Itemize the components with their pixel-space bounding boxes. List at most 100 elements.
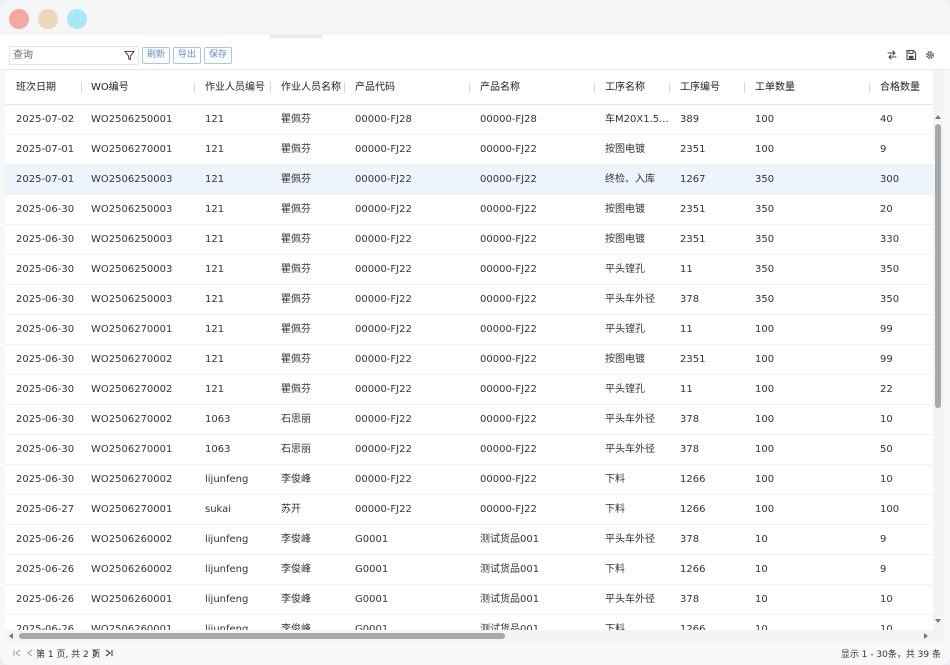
refresh-button[interactable]: 刷新	[142, 47, 171, 64]
scroll-right-icon[interactable]	[922, 632, 930, 640]
table-cell: 00000-FJ28	[480, 114, 537, 125]
table-cell: 00000-FJ22	[480, 504, 537, 515]
scroll-up-icon[interactable]	[934, 113, 942, 121]
table-cell: WO2506250003	[91, 294, 173, 305]
table-cell: 平头车外径	[605, 414, 655, 425]
column-header[interactable]: 工序编号	[680, 70, 720, 105]
table-cell: 平头车外径	[605, 444, 655, 455]
minimize-window-button[interactable]	[38, 9, 58, 29]
table-cell: 99	[880, 354, 893, 365]
filter-funnel-icon[interactable]	[124, 50, 135, 61]
table-row[interactable]: 2025-06-30 WO2506270002 lijunfeng 李俊峰 00000-…	[5, 465, 933, 495]
search-box[interactable]	[9, 46, 139, 65]
table-cell: 测试货品001	[480, 594, 540, 605]
column-header[interactable]: WO编号	[91, 70, 129, 105]
table-cell: WO2506270001	[91, 144, 173, 155]
column-header[interactable]: 班次日期	[16, 70, 56, 105]
column-header[interactable]: 产品代码	[355, 70, 395, 105]
table-row[interactable]: 2025-06-30 WO2506250003 121 瞿佩芬 00000-FJ22 00…	[5, 255, 933, 285]
table-row[interactable]: 2025-06-26 WO2506260002 lijunfeng 李俊峰 G0001 测…	[5, 525, 933, 555]
table-cell: 10	[755, 534, 768, 545]
table-cell: 2025-06-30	[16, 294, 75, 305]
column-header[interactable]: 作业人员编号	[205, 70, 265, 105]
table-cell: 00000-FJ28	[355, 114, 412, 125]
table-cell: 121	[205, 114, 225, 125]
table-cell: 2025-06-30	[16, 474, 75, 485]
table-cell: 00000-FJ22	[480, 264, 537, 275]
table-cell: lijunfeng	[205, 474, 249, 485]
table-cell: 11	[680, 324, 693, 335]
scroll-left-icon[interactable]	[7, 632, 15, 640]
table-row[interactable]: 2025-06-30 WO2506270002 121 瞿佩芬 00000-FJ22 00…	[5, 345, 933, 375]
search-input[interactable]	[13, 48, 121, 63]
table-cell: 100	[755, 384, 775, 395]
table-cell: WO2506270002	[91, 384, 173, 395]
column-resize-handle[interactable]	[270, 82, 271, 93]
save-config-icon[interactable]	[905, 49, 917, 61]
table-row[interactable]: 2025-06-26 WO2506260002 lijunfeng 李俊峰 G0001 测…	[5, 555, 933, 585]
table-row[interactable]: 2025-06-27 WO2506270001 sukai 苏开 00000-FJ22 0…	[5, 495, 933, 525]
column-settings-icon[interactable]	[886, 49, 898, 61]
vertical-scrollbar[interactable]	[933, 70, 943, 630]
table-cell: 1266	[680, 564, 706, 575]
column-header[interactable]: 产品名称	[480, 70, 520, 105]
column-resize-handle[interactable]	[81, 82, 82, 93]
table-cell: 11	[680, 264, 693, 275]
record-summary: 显示 1 - 30条，共 39 条	[840, 650, 941, 660]
table-row[interactable]: 2025-06-30 WO2506270001 1063 石思丽 00000-FJ22 0…	[5, 435, 933, 465]
gear-icon[interactable]	[924, 49, 936, 61]
table-row[interactable]: 2025-06-30 WO2506270001 121 瞿佩芬 00000-FJ22 00…	[5, 315, 933, 345]
table-cell: 2025-06-30	[16, 354, 75, 365]
table-row[interactable]: 2025-06-26 WO2506260001 lijunfeng 李俊峰 G0001 测…	[5, 615, 933, 630]
table-row[interactable]: 2025-06-26 WO2506260001 lijunfeng 李俊峰 G0001 测…	[5, 585, 933, 615]
grid-header: 班次日期 WO编号 作业人员编号 作业人员名称 产品代码 产品名称 工序名称 工序编号 工单数量…	[5, 70, 933, 105]
column-header[interactable]: 合格数量	[880, 70, 920, 105]
table-cell: 11	[680, 384, 693, 395]
table-row[interactable]: 2025-07-02 WO2506250001 121 瞿佩芬 00000-FJ28 00…	[5, 105, 933, 135]
column-resize-handle[interactable]	[344, 82, 345, 93]
maximize-window-button[interactable]	[67, 9, 87, 29]
table-cell: G0001	[355, 534, 389, 545]
table-cell: WO2506260001	[91, 594, 173, 605]
table-row[interactable]: 2025-06-30 WO2506250003 121 瞿佩芬 00000-FJ22 00…	[5, 225, 933, 255]
column-header[interactable]: 工序名称	[605, 70, 645, 105]
table-cell: 00000-FJ22	[480, 204, 537, 215]
table-cell: WO2506270001	[91, 444, 173, 455]
horizontal-scroll-thumb[interactable]	[19, 633, 505, 639]
vertical-scroll-thumb[interactable]	[935, 124, 941, 408]
grid-body: 2025-07-02 WO2506250001 121 瞿佩芬 00000-FJ28 00…	[5, 105, 933, 630]
table-cell: 350	[880, 264, 900, 275]
table-cell: 2351	[680, 234, 706, 245]
table-cell: lijunfeng	[205, 564, 249, 575]
table-cell: 终检、入库	[605, 174, 655, 185]
column-resize-handle[interactable]	[469, 82, 470, 93]
export-button[interactable]: 导出	[173, 47, 202, 64]
save-button[interactable]: 保存	[204, 47, 233, 64]
column-resize-handle[interactable]	[744, 82, 745, 93]
table-cell: 00000-FJ22	[355, 294, 412, 305]
first-page-icon[interactable]	[12, 648, 22, 658]
table-cell: 按图电镀	[605, 144, 645, 155]
table-row[interactable]: 2025-07-01 WO2506250003 121 瞿佩芬 00000-FJ22 00…	[5, 165, 933, 195]
table-row[interactable]: 2025-06-30 WO2506250003 121 瞿佩芬 00000-FJ22 00…	[5, 285, 933, 315]
next-page-icon[interactable]	[90, 648, 100, 658]
table-row[interactable]: 2025-06-30 WO2506250003 121 瞿佩芬 00000-FJ22 00…	[5, 195, 933, 225]
table-cell: 00000-FJ22	[480, 354, 537, 365]
table-row[interactable]: 2025-06-30 WO2506270002 121 瞿佩芬 00000-FJ22 00…	[5, 375, 933, 405]
column-resize-handle[interactable]	[669, 82, 670, 93]
prev-page-icon[interactable]	[25, 648, 35, 658]
column-resize-handle[interactable]	[594, 82, 595, 93]
table-row[interactable]: 2025-06-30 WO2506270002 1063 石思丽 00000-FJ22 0…	[5, 405, 933, 435]
table-cell: 121	[205, 264, 225, 275]
last-page-icon[interactable]	[104, 648, 114, 658]
table-cell: WO2506250001	[91, 114, 173, 125]
table-row[interactable]: 2025-07-01 WO2506270001 121 瞿佩芬 00000-FJ22 00…	[5, 135, 933, 165]
table-cell: 2025-07-01	[16, 174, 75, 185]
column-resize-handle[interactable]	[194, 82, 195, 93]
close-window-button[interactable]	[9, 9, 29, 29]
horizontal-scrollbar[interactable]	[5, 630, 943, 642]
column-resize-handle[interactable]	[869, 82, 870, 93]
scroll-down-icon[interactable]	[934, 617, 942, 625]
column-header[interactable]: 工单数量	[755, 70, 795, 105]
column-header[interactable]: 作业人员名称	[281, 70, 341, 105]
